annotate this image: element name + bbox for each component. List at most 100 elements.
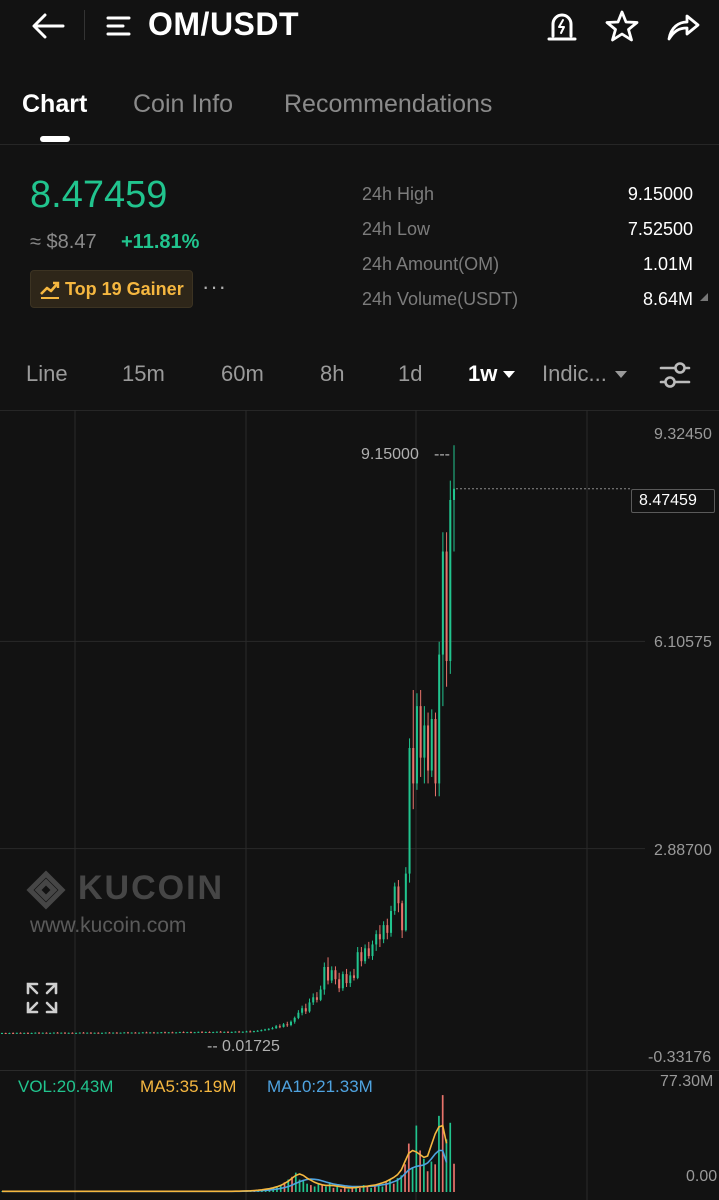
candle-body <box>293 1017 296 1022</box>
candle-body <box>397 886 400 904</box>
favorite-star-icon[interactable] <box>603 6 641 46</box>
candle-body <box>427 725 430 771</box>
volume-bar <box>381 1186 384 1192</box>
candle-body <box>26 1032 29 1034</box>
candle-body <box>308 1002 311 1012</box>
ma5-legend: MA5:35.19M <box>140 1077 237 1096</box>
volume-bar <box>321 1185 324 1192</box>
volume-bar <box>336 1186 339 1192</box>
top-gainer-badge[interactable]: Top 19 Gainer <box>30 270 193 308</box>
candles-layer <box>0 445 456 1035</box>
candle-body <box>23 1032 26 1034</box>
candle-body <box>134 1032 137 1034</box>
candle-body <box>101 1032 104 1034</box>
interval-8h[interactable]: 8h <box>320 361 344 387</box>
candle-body <box>415 706 418 784</box>
candle-body <box>60 1032 63 1034</box>
candle-body <box>123 1032 126 1034</box>
candle-body <box>375 934 378 945</box>
interval-line[interactable]: Line <box>26 361 68 387</box>
tab-coin-info[interactable]: Coin Info <box>133 90 233 119</box>
tab-chart[interactable]: Chart <box>22 90 87 119</box>
candle-body <box>408 747 411 874</box>
candle-body <box>267 1028 270 1030</box>
candle-body <box>145 1032 148 1034</box>
header-divider <box>84 10 85 40</box>
candle-body <box>15 1032 18 1034</box>
candle-body <box>256 1030 259 1032</box>
candle-body <box>45 1032 48 1034</box>
y-tick-label: -0.33176 <box>648 1049 712 1066</box>
volume-bar <box>411 1167 414 1192</box>
candle-body <box>182 1032 185 1034</box>
candle-body <box>441 551 444 655</box>
indicators-dropdown-icon[interactable] <box>615 371 627 378</box>
volume-bar <box>358 1187 361 1192</box>
volume-bar <box>332 1187 335 1192</box>
candle-body <box>126 1032 129 1034</box>
ma5-line <box>2 1124 448 1193</box>
candle-body <box>278 1026 281 1028</box>
candle-body <box>412 747 415 784</box>
volume-bar <box>347 1189 350 1192</box>
y-tick-label: 2.88700 <box>654 842 712 859</box>
candle-body <box>289 1021 293 1025</box>
fullscreen-icon[interactable] <box>22 978 62 1018</box>
volume-bar <box>302 1180 305 1192</box>
interval-15m[interactable]: 15m <box>122 361 165 387</box>
interval-60m[interactable]: 60m <box>221 361 264 387</box>
candle-body <box>49 1032 52 1034</box>
price-alert-icon[interactable] <box>544 6 580 46</box>
candle-body <box>230 1031 233 1033</box>
candle-body <box>160 1032 163 1034</box>
candle-body <box>364 948 367 962</box>
candle-body <box>89 1032 92 1034</box>
candle-body <box>223 1031 226 1033</box>
chart-settings-icon[interactable] <box>655 358 695 392</box>
stat-low-value: 7.52500 <box>627 219 693 239</box>
candle-body <box>41 1032 44 1034</box>
volume-bar <box>340 1189 342 1192</box>
candle-body <box>71 1032 74 1034</box>
volume-bar <box>370 1187 372 1192</box>
interval-1d[interactable]: 1d <box>398 361 422 387</box>
candle-body <box>356 952 359 978</box>
last-price: 8.47459 <box>30 174 168 216</box>
candle-body <box>163 1032 167 1034</box>
back-arrow-icon[interactable] <box>26 8 70 44</box>
candle-body <box>330 970 333 981</box>
candle-body <box>419 706 422 758</box>
candle-body <box>430 719 433 771</box>
candle-body <box>97 1032 100 1034</box>
candle-body <box>304 1008 307 1012</box>
interval-1w[interactable]: 1w <box>468 361 497 387</box>
candle-body <box>67 1032 70 1034</box>
interval-dropdown-icon[interactable] <box>503 371 515 378</box>
ma10-line <box>2 1149 448 1193</box>
more-options-icon[interactable]: ··· <box>202 274 227 300</box>
max-price-annotation: 9.15000 <box>361 446 419 463</box>
candle-body <box>378 934 381 940</box>
y-tick-label: 9.32450 <box>654 426 712 443</box>
candle-body <box>404 873 407 931</box>
candle-body <box>167 1032 170 1034</box>
tab-recommendations[interactable]: Recommendations <box>284 90 492 119</box>
pair-title[interactable]: OM/USDT <box>148 6 299 43</box>
current-price-tag[interactable]: 8.47459 <box>631 489 715 513</box>
candle-body <box>0 1033 4 1035</box>
volume-bar <box>317 1183 320 1192</box>
volume-bar <box>310 1185 312 1192</box>
candle-body <box>178 1032 181 1034</box>
candle-body <box>386 925 389 933</box>
stat-high-label: 24h High <box>362 184 435 204</box>
candle-body <box>282 1024 285 1027</box>
candle-body <box>401 903 404 931</box>
volume-bar <box>434 1164 437 1192</box>
candle-body <box>241 1031 244 1033</box>
candle-body <box>341 974 344 989</box>
menu-icon[interactable] <box>102 12 136 40</box>
share-icon[interactable] <box>664 6 702 46</box>
indicators-dropdown[interactable]: Indic... <box>542 361 607 387</box>
stat-amount-label: 24h Amount(OM) <box>362 254 500 274</box>
candle-body <box>434 719 437 784</box>
